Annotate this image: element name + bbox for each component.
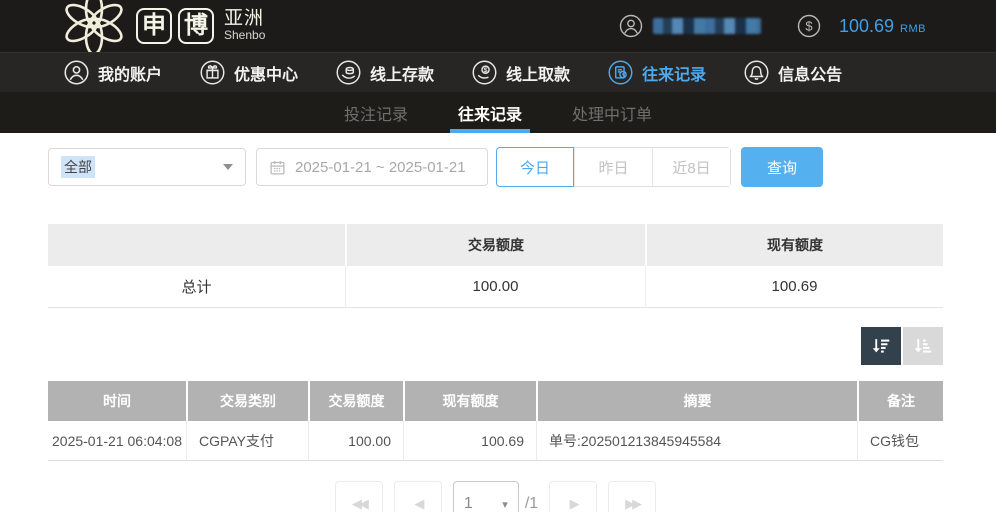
chevron-down-icon bbox=[223, 164, 233, 170]
balance-display[interactable]: 100.69 RMB bbox=[839, 16, 926, 37]
nav-label: 我的账户 bbox=[98, 61, 162, 85]
right-arrow-icon: ▶ bbox=[570, 496, 577, 512]
dollar-circle-icon: $ bbox=[797, 14, 821, 38]
tab-betting-records[interactable]: 投注记录 bbox=[326, 92, 426, 133]
quick-date-group: 今日 昨日 近8日 bbox=[496, 147, 731, 187]
cell-type: CGPAY支付 bbox=[186, 421, 308, 461]
records-icon bbox=[608, 60, 633, 85]
summary-header-row: 交易额度 现有额度 bbox=[48, 224, 943, 266]
col-type: 交易类别 bbox=[186, 381, 308, 421]
sort-ascending-button[interactable] bbox=[903, 327, 943, 365]
top-header: 申 博 亚洲 Shenbo $ 100.69 RMB bbox=[0, 0, 996, 52]
records-table: 时间 交易类别 交易额度 现有额度 摘要 备注 2025-01-21 06:04… bbox=[48, 381, 943, 461]
svg-text:$: $ bbox=[805, 19, 813, 34]
page-total-label: /1 bbox=[525, 481, 538, 512]
tab-label: 往来记录 bbox=[458, 101, 522, 125]
tab-label: 处理中订单 bbox=[572, 101, 652, 125]
transaction-records-page: 申 博 亚洲 Shenbo $ 100.69 RMB bbox=[0, 0, 996, 512]
withdraw-icon: $ bbox=[472, 60, 497, 85]
col-time: 时间 bbox=[48, 381, 186, 421]
col-amount: 交易额度 bbox=[308, 381, 403, 421]
filter-bar: 全部 2025-01-21 ~ 2025-01-21 今日 昨日 近8日 查询 bbox=[48, 147, 943, 187]
nav-online-withdraw[interactable]: $ 线上取款 bbox=[472, 60, 570, 85]
sort-descending-button[interactable] bbox=[861, 327, 901, 365]
sort-controls bbox=[48, 327, 943, 365]
logo-char-1: 申 bbox=[136, 8, 172, 44]
summary-header-transaction: 交易额度 bbox=[345, 224, 645, 266]
balance-amount: 100.69 bbox=[839, 16, 894, 37]
last-page-button[interactable]: ▶▶ bbox=[608, 481, 656, 512]
table-row: 2025-01-21 06:04:08 CGPAY支付 100.00 100.6… bbox=[48, 421, 943, 461]
nav-label: 信息公告 bbox=[778, 61, 842, 85]
summary-header-empty bbox=[48, 224, 345, 266]
type-select-value: 全部 bbox=[61, 156, 95, 178]
nav-label: 线上取款 bbox=[506, 61, 570, 85]
page-select[interactable]: 1 ▾ bbox=[453, 481, 519, 512]
nav-label: 往来记录 bbox=[642, 61, 706, 85]
nav-transaction-records[interactable]: 往来记录 bbox=[608, 60, 706, 85]
summary-total-label: 总计 bbox=[48, 266, 345, 308]
brand-region: 亚洲 bbox=[224, 9, 265, 29]
nav-my-account[interactable]: 我的账户 bbox=[64, 60, 162, 85]
search-button[interactable]: 查询 bbox=[741, 147, 823, 187]
date-range-value: 2025-01-21 ~ 2025-01-21 bbox=[295, 159, 466, 176]
col-note: 备注 bbox=[857, 381, 943, 421]
nav-promo-center[interactable]: 优惠中心 bbox=[200, 60, 298, 85]
first-page-button[interactable]: ◀◀ bbox=[335, 481, 383, 512]
sort-amount-desc-icon bbox=[870, 335, 892, 357]
cell-note: CG钱包 bbox=[857, 421, 943, 461]
nav-announcements[interactable]: 信息公告 bbox=[744, 60, 842, 85]
flower-icon bbox=[58, 0, 130, 52]
gift-icon bbox=[200, 60, 225, 85]
next-page-button[interactable]: ▶ bbox=[549, 481, 597, 512]
nav-label: 线上存款 bbox=[370, 61, 434, 85]
user-icon bbox=[619, 14, 643, 38]
main-navigation: 我的账户 优惠中心 线上存款 $ 线上取款 bbox=[0, 52, 996, 92]
svg-text:$: $ bbox=[484, 67, 488, 74]
cell-amount: 100.00 bbox=[308, 421, 403, 461]
col-summary: 摘要 bbox=[536, 381, 857, 421]
cell-balance: 100.69 bbox=[403, 421, 536, 461]
tab-transaction-records[interactable]: 往来记录 bbox=[440, 92, 540, 133]
nav-online-deposit[interactable]: 线上存款 bbox=[336, 60, 434, 85]
yesterday-button[interactable]: 昨日 bbox=[574, 148, 652, 186]
col-balance: 现有额度 bbox=[403, 381, 536, 421]
prev-page-button[interactable]: ◀ bbox=[394, 481, 442, 512]
double-right-arrow-icon: ▶▶ bbox=[625, 496, 639, 512]
tab-processing-orders[interactable]: 处理中订单 bbox=[554, 92, 670, 133]
pagination: ◀◀ ◀ 1 ▾ /1 ▶ ▶▶ bbox=[48, 481, 943, 512]
user-area: $ 100.69 RMB bbox=[619, 14, 926, 38]
logo-char-2: 博 bbox=[178, 8, 214, 44]
account-icon bbox=[64, 60, 89, 85]
tab-label: 投注记录 bbox=[344, 101, 408, 125]
content-area: 全部 2025-01-21 ~ 2025-01-21 今日 昨日 近8日 查询 bbox=[0, 133, 996, 512]
sort-amount-asc-icon bbox=[912, 335, 934, 357]
brand-name-en: Shenbo bbox=[224, 29, 265, 42]
date-range-input[interactable]: 2025-01-21 ~ 2025-01-21 bbox=[256, 148, 488, 186]
cell-summary: 单号:202501213845945584 bbox=[536, 421, 857, 461]
sub-tabs: 投注记录 往来记录 处理中订单 bbox=[0, 92, 996, 133]
username-blurred[interactable] bbox=[653, 18, 761, 34]
chevron-down-icon: ▾ bbox=[502, 498, 508, 511]
calendar-icon bbox=[269, 159, 286, 176]
bell-icon bbox=[744, 60, 769, 85]
records-header-row: 时间 交易类别 交易额度 现有额度 摘要 备注 bbox=[48, 381, 943, 421]
double-left-arrow-icon: ◀◀ bbox=[352, 496, 366, 512]
type-select-dropdown[interactable]: 全部 bbox=[48, 148, 246, 186]
summary-header-balance: 现有额度 bbox=[645, 224, 943, 266]
today-button[interactable]: 今日 bbox=[496, 147, 574, 187]
balance-currency: RMB bbox=[900, 23, 926, 35]
last-8-days-button[interactable]: 近8日 bbox=[652, 148, 730, 186]
summary-balance-total: 100.69 bbox=[645, 266, 943, 308]
deposit-icon bbox=[336, 60, 361, 85]
brand-logo[interactable]: 申 博 亚洲 Shenbo bbox=[58, 0, 265, 52]
summary-total-row: 总计 100.00 100.69 bbox=[48, 266, 943, 308]
page-select-value: 1 bbox=[464, 495, 473, 512]
summary-table: 交易额度 现有额度 总计 100.00 100.69 bbox=[48, 224, 943, 308]
left-arrow-icon: ◀ bbox=[414, 496, 421, 512]
summary-transaction-total: 100.00 bbox=[345, 266, 645, 308]
cell-time: 2025-01-21 06:04:08 bbox=[48, 421, 186, 461]
nav-label: 优惠中心 bbox=[234, 61, 298, 85]
